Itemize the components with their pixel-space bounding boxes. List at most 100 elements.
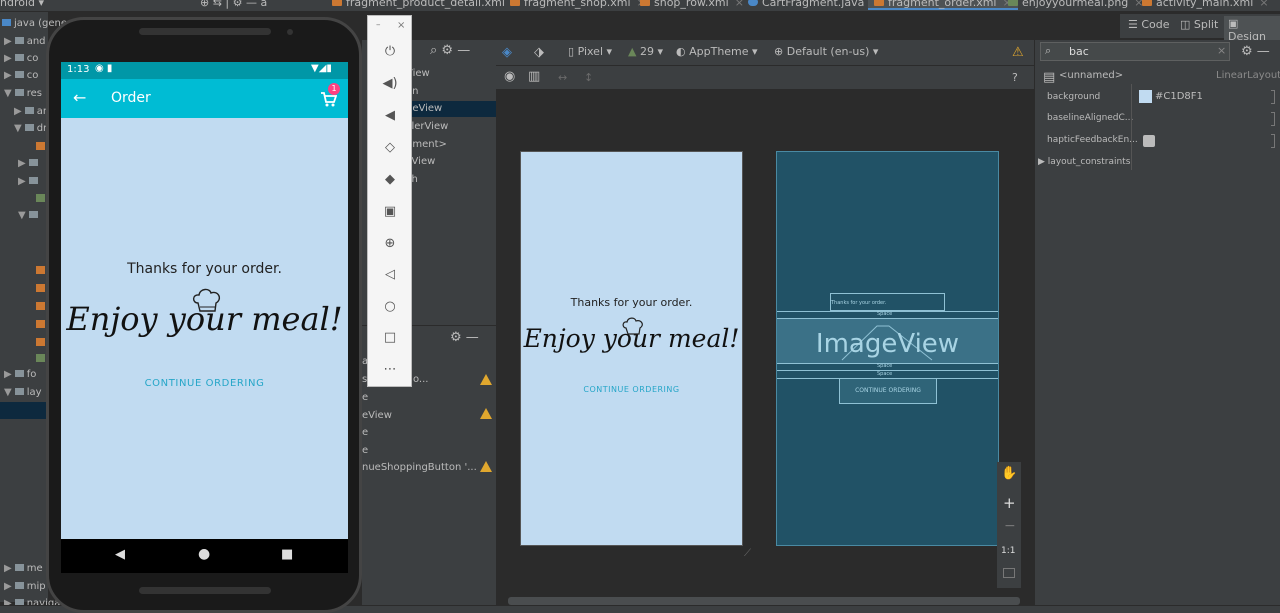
continue-ordering-button[interactable]: CONTINUE ORDERING <box>61 378 348 389</box>
file-icon[interactable] <box>36 284 45 292</box>
tree-item[interactable]: ▶ co <box>4 53 38 64</box>
zoom-ratio[interactable]: 1:1 <box>1001 546 1015 556</box>
tree-node[interactable]: e <box>362 445 368 456</box>
file-icon[interactable] <box>36 320 45 328</box>
back-arrow-icon[interactable]: ← <box>73 88 86 107</box>
background-value[interactable]: #C1D8F1 <box>1155 91 1203 102</box>
attributes-toolbar[interactable]: ⚙ — <box>1241 44 1270 59</box>
resize-handle-icon[interactable]: ⟋ <box>744 548 756 560</box>
nav-home-icon[interactable]: ● <box>198 546 210 562</box>
power-icon[interactable]: ⏻ <box>382 44 398 60</box>
warning-icon[interactable] <box>480 374 492 385</box>
attribute-search-field[interactable]: ⌕ bac × <box>1040 42 1230 61</box>
more-icon[interactable]: ⋯ <box>382 362 398 378</box>
tree-item[interactable]: ▶ an <box>14 106 49 117</box>
minimize-icon[interactable]: – <box>376 20 381 30</box>
signal-battery-icons: ▼◢▮ <box>311 63 332 74</box>
home-icon[interactable]: ○ <box>382 299 398 315</box>
palette-toolbar[interactable]: ⌕ ⚙ — <box>430 43 470 58</box>
tree-item[interactable]: ▼ res <box>4 88 42 99</box>
zoom-out-button[interactable]: − <box>1004 518 1016 534</box>
close-icon[interactable]: × <box>397 20 405 31</box>
nav-recents-icon[interactable]: ■ <box>281 547 293 562</box>
pan-hand-icon[interactable]: ✋ <box>1001 466 1017 481</box>
eye-icon[interactable]: ◉ <box>504 69 515 84</box>
file-icon[interactable] <box>36 338 45 346</box>
tree-item[interactable]: ▶ me <box>4 563 43 574</box>
tab-cart-fragment[interactable]: CartFragment.java× <box>748 0 880 10</box>
project-view-dropdown[interactable]: ndroid ▾ <box>0 0 44 10</box>
tab-enjoyyourmeal-png[interactable]: enjoyyourmeal.png × <box>1008 0 1144 10</box>
locale-dropdown[interactable]: ⊕ Default (en-us) ▾ <box>774 45 878 58</box>
preview-continue-button[interactable]: CONTINUE ORDERING <box>521 385 742 394</box>
notification-icons: ◉ ▮ <box>95 63 113 74</box>
horizontal-resize-icon[interactable]: ↔ <box>558 71 567 84</box>
design-preview[interactable]: Thanks for your order. Enjoy your meal! … <box>520 151 743 546</box>
device-dropdown[interactable]: ▯ Pixel ▾ <box>568 45 612 58</box>
panel-icon[interactable]: ▥ <box>528 69 540 84</box>
warning-icon[interactable]: ⚠ <box>1012 45 1024 60</box>
resource-picker-icon[interactable] <box>1271 90 1275 104</box>
tree-node[interactable]: nueShoppingButton '... <box>362 462 477 473</box>
tree-item[interactable]: ▼ dr <box>14 123 47 134</box>
vertical-resize-icon[interactable]: ↕ <box>584 71 593 84</box>
volume-up-icon[interactable]: ◀) <box>382 76 398 92</box>
tree-node[interactable]: eView <box>362 410 392 421</box>
zoom-icon[interactable]: ⊕ <box>382 236 398 252</box>
clear-search-icon[interactable]: × <box>1217 44 1226 57</box>
zoom-fit-button[interactable] <box>1003 568 1015 578</box>
tree-item[interactable]: ▶ <box>18 176 41 187</box>
design-toolbar-secondary: ◉ ▥ ↔ ↕ ? <box>496 66 1034 90</box>
palette-item[interactable]: gment> <box>406 139 447 150</box>
theme-dropdown[interactable]: ◐ AppTheme ▾ <box>676 45 758 58</box>
tab-activity-main[interactable]: activity_main.xml × <box>1142 0 1269 10</box>
file-icon[interactable] <box>36 302 45 310</box>
resource-picker-icon[interactable] <box>1271 112 1275 126</box>
component-type: LinearLayout <box>1216 70 1280 81</box>
code-mode-button[interactable]: ☰ Code <box>1128 18 1170 31</box>
tree-node[interactable]: e <box>362 427 368 438</box>
nav-back-icon[interactable]: ◀ <box>115 547 125 562</box>
api-dropdown[interactable]: ▲ 29 ▾ <box>628 45 663 58</box>
layout-constraints-row[interactable]: ▶ layout_constraints <box>1038 157 1130 167</box>
back-icon[interactable]: ◁ <box>382 267 398 283</box>
palette-item[interactable]: clerView <box>406 121 448 132</box>
help-icon[interactable]: ? <box>1012 71 1018 84</box>
tab-fragment-product-detail[interactable]: fragment_product_detail.xml× <box>332 0 520 10</box>
file-icon[interactable] <box>36 354 45 362</box>
camera-icon[interactable]: ▣ <box>382 204 398 220</box>
file-icon[interactable] <box>36 194 45 202</box>
rotate-right-icon[interactable]: ◆ <box>382 172 398 188</box>
tab-fragment-order[interactable]: fragment_order.xml× <box>868 0 1018 10</box>
tree-item[interactable]: ▶ co <box>4 70 38 81</box>
blueprint-view[interactable]: Thanks for your order. Space ImageView S… <box>776 151 999 546</box>
color-swatch[interactable] <box>1139 90 1152 103</box>
overview-icon[interactable]: □ <box>382 330 398 346</box>
tree-item[interactable]: ▼ lay <box>4 387 42 398</box>
file-icon[interactable] <box>36 266 45 274</box>
checkbox[interactable] <box>1143 135 1155 147</box>
horizontal-scrollbar[interactable] <box>508 597 1020 605</box>
zoom-in-button[interactable]: + <box>1003 494 1016 512</box>
split-mode-button[interactable]: ◫ Split <box>1180 18 1218 31</box>
tree-item[interactable]: ▶ mip <box>4 581 46 592</box>
tree-item[interactable]: ▼ <box>18 210 41 221</box>
volume-down-icon[interactable]: ◀ <box>382 108 398 124</box>
component-tree-toolbar[interactable]: ⚙ — <box>450 330 479 345</box>
tree-item[interactable]: ▶ fo <box>4 369 36 380</box>
layers-icon[interactable]: ◈ <box>502 45 512 60</box>
file-icon[interactable] <box>36 142 45 150</box>
tree-item[interactable]: ▶ <box>18 158 41 169</box>
selected-tree-row[interactable] <box>0 402 48 419</box>
resource-picker-icon[interactable] <box>1271 134 1275 148</box>
warning-icon[interactable] <box>480 461 492 472</box>
tree-item[interactable]: ▶ and <box>4 36 46 47</box>
rotate-left-icon[interactable]: ◇ <box>382 140 398 156</box>
orientation-icon[interactable]: ⬗ <box>534 45 544 60</box>
editor-tab-bar: ndroid ▾ ⊕ ⇆ | ⚙ — a fragment_product_de… <box>0 0 1280 12</box>
tree-node[interactable]: e <box>362 392 368 403</box>
tab-fragment-shop[interactable]: fragment_shop.xml× <box>510 0 646 10</box>
warning-icon[interactable] <box>480 408 492 419</box>
tab-shop-row[interactable]: shop_row.xml × <box>640 0 744 10</box>
emulator-screen[interactable]: 1:13 ◉ ▮ ▼◢▮ ← Order 1 Thanks for your o… <box>61 62 348 539</box>
